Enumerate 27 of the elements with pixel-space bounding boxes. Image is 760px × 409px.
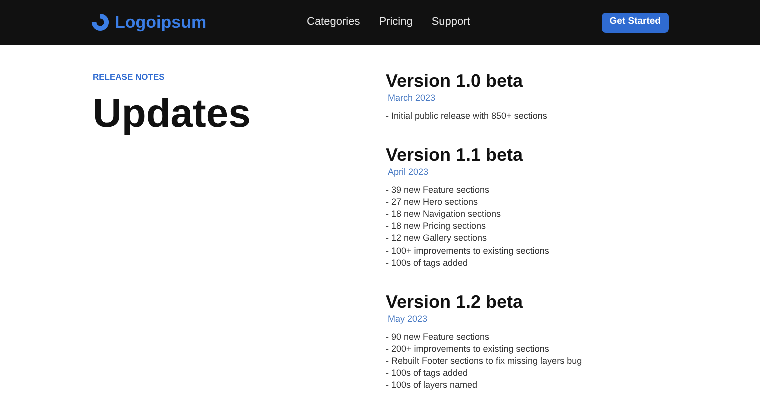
nav-link[interactable]: Support — [432, 14, 470, 31]
nav-link[interactable]: Categories — [307, 14, 360, 31]
release-note: - 27 new Hero sections — [386, 196, 480, 208]
logo-icon — [91, 13, 110, 32]
release-note: - 90 new Feature sections — [386, 330, 491, 343]
release-note: - 100s of tags added — [386, 367, 470, 380]
release-date: May 2023 — [387, 312, 429, 325]
release-note: - 18 new Navigation sections — [386, 208, 502, 220]
release-note: - 18 new Pricing sections — [386, 220, 488, 232]
nav-link[interactable]: Pricing — [379, 14, 413, 31]
release-note: - Rebuilt Footer sections to fix missing layers bug — [386, 354, 582, 368]
version-heading: Version 1.2 beta — [386, 290, 524, 313]
eyebrow-label: RELEASE NOTES — [93, 71, 166, 84]
release-date: March 2023 — [387, 92, 437, 104]
release-note: - 39 new Feature sections — [386, 184, 491, 196]
release-note: - Initial public release with 850+ sections — [386, 110, 548, 122]
release-date: April 2023 — [387, 166, 430, 178]
get-started-button[interactable]: Get Started — [602, 12, 669, 32]
release-note: - 100s of layers named — [386, 379, 479, 392]
release-note: - 100+ improvements to existing sections — [386, 244, 550, 257]
release-note: - 200+ improvements to existing sections — [386, 342, 550, 355]
release-note: - 12 new Gallery sections — [386, 232, 488, 245]
release-note: - 100s of tags added — [386, 256, 470, 269]
version-heading: Version 1.0 beta — [386, 70, 524, 92]
version-heading: Version 1.1 beta — [386, 144, 524, 166]
page-title: Updates — [93, 94, 252, 134]
logo-text: Logoipsum — [115, 12, 207, 34]
